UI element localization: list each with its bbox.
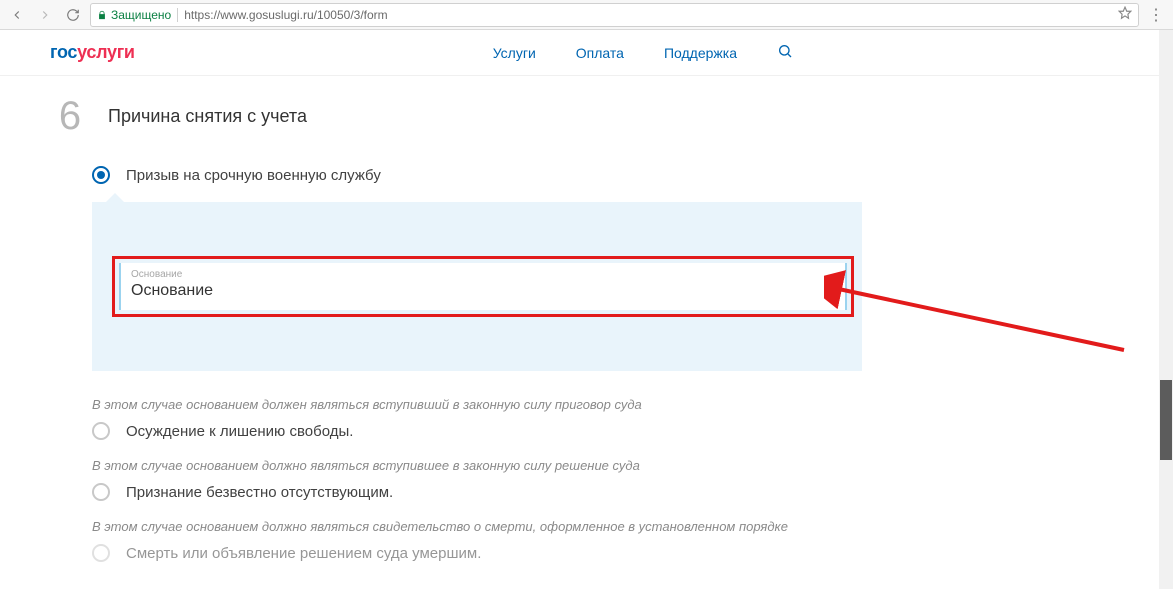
radio-option-2[interactable]: Осуждение к лишению свободы. — [92, 422, 1123, 440]
radio-label: Осуждение к лишению свободы. — [126, 423, 353, 440]
forward-button[interactable] — [34, 4, 56, 26]
logo-part1: гос — [50, 42, 77, 62]
radio-icon — [92, 544, 110, 562]
reload-button[interactable] — [62, 4, 84, 26]
radio-option-3[interactable]: Признание безвестно отсутствующим. — [92, 483, 1123, 501]
bookmark-star-icon[interactable] — [1118, 6, 1132, 23]
radio-icon — [92, 422, 110, 440]
step-header: 6 Причина снятия с учета — [50, 96, 1123, 136]
radio-option-4[interactable]: Смерть или объявление решением суда умер… — [92, 544, 1123, 562]
search-icon[interactable] — [777, 43, 793, 62]
url-text: https://www.gosuslugi.ru/10050/3/form — [184, 8, 387, 22]
radio-icon — [92, 166, 110, 184]
radio-icon — [92, 483, 110, 501]
highlighted-input-frame: Основание — [112, 256, 854, 317]
radio-label: Признание безвестно отсутствующим. — [126, 484, 393, 501]
browser-menu-icon[interactable]: ⋮ — [1145, 5, 1167, 25]
scrollbar-thumb[interactable] — [1160, 380, 1172, 460]
radio-label: Призыв на срочную военную службу — [126, 167, 381, 184]
step-title: Причина снятия с учета — [108, 106, 307, 127]
options-group: Призыв на срочную военную службу Основан… — [92, 166, 1123, 562]
reason-input[interactable] — [131, 280, 835, 300]
expanded-panel: Основание — [92, 202, 862, 371]
nav-payment[interactable]: Оплата — [576, 45, 624, 61]
reason-input-wrap: Основание — [119, 263, 847, 310]
scrollbar-track[interactable] — [1159, 30, 1173, 589]
form-content: 6 Причина снятия с учета Призыв на срочн… — [0, 76, 1173, 562]
page-content: госуслуги Услуги Оплата Поддержка 6 Прич… — [0, 30, 1173, 589]
back-button[interactable] — [6, 4, 28, 26]
address-bar[interactable]: Защищено https://www.gosuslugi.ru/10050/… — [90, 3, 1139, 27]
site-logo[interactable]: госуслуги — [50, 42, 135, 63]
option-2-hint: В этом случае основанием должен являться… — [92, 397, 1123, 412]
lock-icon — [97, 10, 107, 20]
step-number: 6 — [50, 96, 90, 136]
input-floating-label: Основание — [131, 269, 835, 280]
site-header: госуслуги Услуги Оплата Поддержка — [0, 30, 1173, 76]
browser-toolbar: Защищено https://www.gosuslugi.ru/10050/… — [0, 0, 1173, 30]
option-3-hint: В этом случае основанием должно являться… — [92, 458, 1123, 473]
primary-nav: Услуги Оплата Поддержка — [493, 43, 793, 62]
secure-chip: Защищено — [97, 8, 178, 22]
secure-label: Защищено — [111, 8, 171, 22]
radio-label: Смерть или объявление решением суда умер… — [126, 545, 481, 562]
logo-part2: услуги — [77, 42, 135, 62]
radio-option-1[interactable]: Призыв на срочную военную службу — [92, 166, 1123, 184]
nav-support[interactable]: Поддержка — [664, 45, 737, 61]
option-4-hint: В этом случае основанием должно являться… — [92, 519, 1123, 534]
nav-services[interactable]: Услуги — [493, 45, 536, 61]
